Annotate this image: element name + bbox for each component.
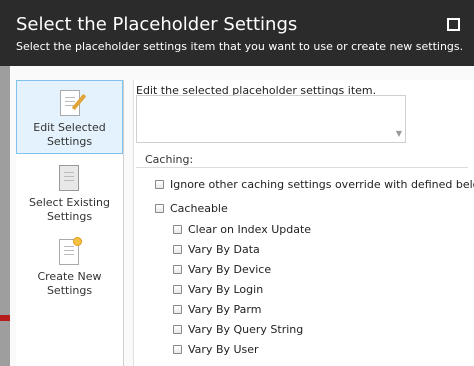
dialog-title: Select the Placeholder Settings xyxy=(16,14,298,35)
checkbox-box[interactable] xyxy=(155,180,164,189)
checkbox-box[interactable] xyxy=(173,245,182,254)
checkbox-box[interactable] xyxy=(155,204,164,213)
nav-item-edit-selected[interactable]: Edit Selected Settings xyxy=(16,80,123,154)
dialog-header: Select the Placeholder Settings Select t… xyxy=(0,0,474,66)
maximize-icon[interactable] xyxy=(447,18,460,31)
checkbox-box[interactable] xyxy=(173,325,182,334)
nav-item-label: Create New Settings xyxy=(37,270,102,297)
document-list-icon xyxy=(59,165,79,191)
checkbox-box[interactable] xyxy=(173,285,182,294)
nav-item-create-new[interactable]: Create New Settings xyxy=(16,236,123,310)
nav-item-label: Select Existing Settings xyxy=(28,196,110,223)
nav-item-select-existing[interactable]: Select Existing Settings xyxy=(16,160,123,234)
background-window-edge xyxy=(0,66,10,366)
settings-textarea[interactable]: ▼ xyxy=(136,95,406,143)
checkbox-box[interactable] xyxy=(173,305,182,314)
nav-item-label: Edit Selected Settings xyxy=(33,121,106,148)
divider xyxy=(136,167,468,168)
checkbox-box[interactable] xyxy=(173,225,182,234)
checkbox-box[interactable] xyxy=(173,345,182,354)
settings-nav: Edit Selected Settings Select Existing S… xyxy=(16,80,124,366)
caching-label: Caching: xyxy=(145,153,194,166)
checkbox-box[interactable] xyxy=(173,265,182,274)
dialog-subtitle: Select the placeholder settings item tha… xyxy=(16,40,464,53)
scroll-down-icon[interactable]: ▼ xyxy=(396,129,402,138)
